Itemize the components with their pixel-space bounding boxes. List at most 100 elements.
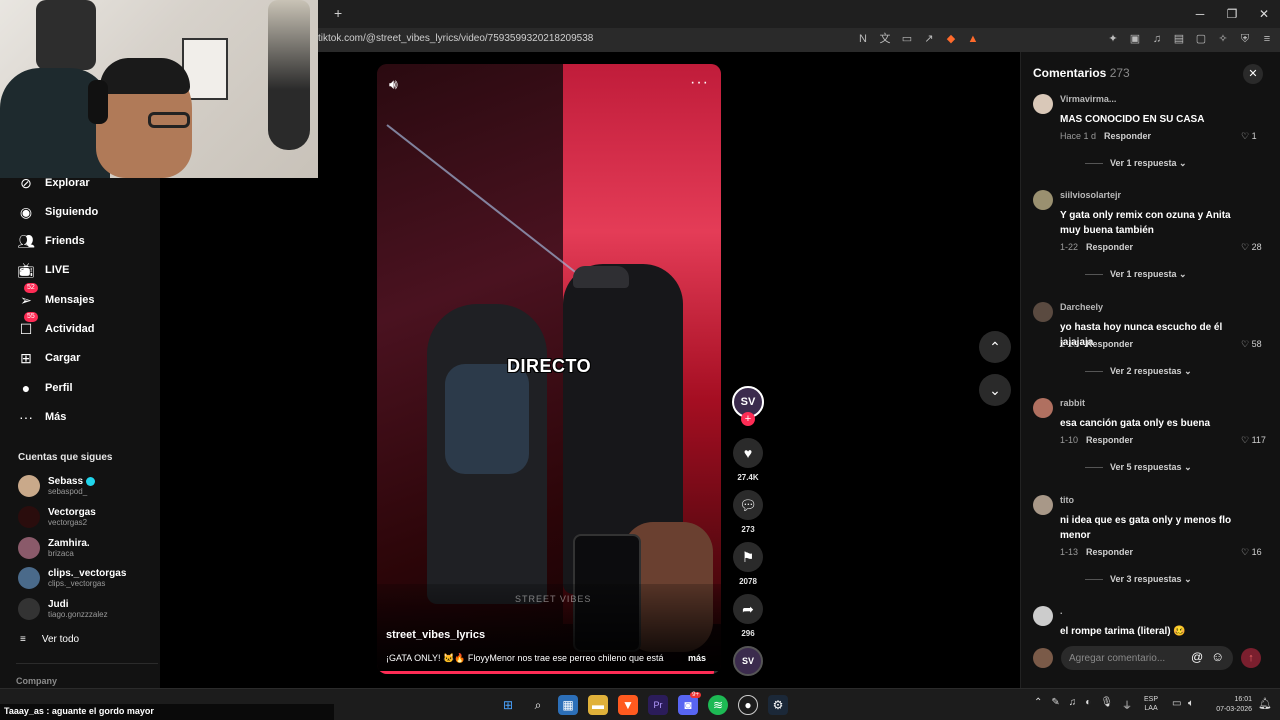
url-text[interactable]: tiktok.com/@street_vibes_lyrics/video/75… xyxy=(318,33,593,44)
chevron-up-icon[interactable]: ⌃ xyxy=(1034,697,1042,712)
like-button[interactable]: ♥ 27.4K xyxy=(732,438,764,482)
sidebar-item-live[interactable]: 📺︎ LIVE xyxy=(16,259,69,281)
comment-user[interactable]: rabbit xyxy=(1060,398,1085,408)
reply-button[interactable]: Responder xyxy=(1086,339,1133,349)
comment-user[interactable]: tito xyxy=(1060,495,1074,505)
minimize-button[interactable]: ─ xyxy=(1184,0,1216,28)
sidebar-item-mensajes[interactable]: ➢ 52 Mensajes xyxy=(16,283,95,311)
comment-user[interactable]: siilviosolartejr xyxy=(1060,190,1121,200)
following-account[interactable]: clips._vectorgas clips._vectorgas xyxy=(18,567,126,589)
following-account[interactable]: Zamhira. brizaca xyxy=(18,537,90,559)
language-indicator[interactable]: ESP LAA xyxy=(1144,695,1158,713)
following-account[interactable]: Sebass sebaspod_ xyxy=(18,475,96,497)
menu-icon[interactable]: ≡ xyxy=(1260,32,1274,46)
maximize-button[interactable]: ❐ xyxy=(1216,0,1248,28)
sidebar-item-cargar[interactable]: ⊞ Cargar xyxy=(16,347,80,369)
caption-more-button[interactable]: más xyxy=(681,653,706,663)
comment-like-button[interactable]: ♡ 117 xyxy=(1241,435,1266,446)
sidebar-item-friends[interactable]: 👥︎ Friends xyxy=(16,230,85,252)
headset-icon[interactable]: ♫ xyxy=(1069,697,1077,712)
sidebar-item-actividad[interactable]: ☐ 55 Actividad xyxy=(16,312,95,340)
comment-like-button[interactable]: ♡ 16 xyxy=(1241,547,1262,558)
extensions-icon[interactable]: ✦ xyxy=(1106,32,1120,46)
screenshot-icon[interactable]: ▣ xyxy=(1128,32,1142,46)
pen-icon[interactable]: ✎ xyxy=(1051,697,1059,712)
reader-mode-icon[interactable]: N xyxy=(856,32,870,46)
discord-icon[interactable]: ◙ 9+ xyxy=(678,692,701,715)
mention-icon[interactable]: @ xyxy=(1191,650,1203,664)
file-explorer-icon[interactable]: ▬ xyxy=(588,695,608,715)
comment-like-button[interactable]: ♡ 1 xyxy=(1241,131,1257,142)
next-video-button[interactable]: ⌄ xyxy=(979,374,1011,406)
share-page-icon[interactable]: ↗ xyxy=(922,32,936,46)
brave-browser-icon[interactable]: ▼ xyxy=(618,695,638,715)
avatar[interactable] xyxy=(1033,302,1053,322)
comment-button[interactable]: 💬︎ 273 xyxy=(732,490,764,534)
leo-ai-icon[interactable]: ✧ xyxy=(1216,32,1230,46)
reply-button[interactable]: Responder xyxy=(1086,242,1133,252)
sidebar-item-siguiendo[interactable]: ◉ Siguiendo xyxy=(16,201,98,223)
close-icon[interactable]: ✕ xyxy=(1243,64,1263,84)
wallet-icon[interactable]: ▢ xyxy=(1194,32,1208,46)
reply-button[interactable]: Responder xyxy=(1104,131,1151,141)
comment-like-button[interactable]: ♡ 28 xyxy=(1241,242,1262,253)
avatar[interactable] xyxy=(1033,398,1053,418)
view-replies-button[interactable]: Ver 2 respuestas ⌄ xyxy=(1085,366,1192,377)
view-replies-button[interactable]: Ver 1 respuesta ⌄ xyxy=(1085,269,1187,280)
reply-button[interactable]: Responder xyxy=(1086,547,1133,557)
obs-icon[interactable]: ● xyxy=(738,695,758,715)
volume-tray-icon[interactable]: 🔈︎ xyxy=(1188,698,1194,709)
share-button[interactable]: ➦ 296 xyxy=(732,594,764,638)
steam-tray-icon[interactable]: ◐ xyxy=(1085,697,1091,712)
premiere-icon[interactable]: Pr xyxy=(648,695,668,715)
avatar[interactable] xyxy=(1033,94,1053,114)
new-tab-button[interactable]: + xyxy=(334,5,342,21)
follow-plus-icon[interactable]: + xyxy=(741,412,755,426)
vpn-icon[interactable]: ⛨ xyxy=(1238,32,1252,46)
comment-input[interactable] xyxy=(1061,646,1233,670)
view-replies-button[interactable]: Ver 3 respuestas ⌄ xyxy=(1085,574,1192,585)
video-player[interactable]: DIRECTO STREET VIBES 🔊︎ ··· street_vibes… xyxy=(377,64,721,674)
music-disc[interactable]: SV xyxy=(733,646,763,676)
volume-icon[interactable]: 🔊︎ xyxy=(389,76,409,96)
brave-shields-icon[interactable]: ◆ xyxy=(944,32,958,46)
windows-start-icon[interactable]: ⊞ xyxy=(498,695,518,715)
reply-button[interactable]: Responder xyxy=(1086,435,1133,445)
cast-icon[interactable]: ▭ xyxy=(900,32,914,46)
usb-icon[interactable]: ⏚ xyxy=(1122,697,1132,712)
spotify-icon[interactable]: ≋ xyxy=(708,695,728,715)
gallery-icon[interactable]: ▦ xyxy=(558,695,578,715)
avatar[interactable] xyxy=(1033,190,1053,210)
previous-video-button[interactable]: ⌃ xyxy=(979,331,1011,363)
video-author[interactable]: street_vibes_lyrics xyxy=(386,629,485,641)
more-options-icon[interactable]: ··· xyxy=(690,74,709,92)
video-progress-bar[interactable] xyxy=(377,671,721,674)
brave-rewards-icon[interactable]: ▲ xyxy=(966,32,980,46)
search-icon[interactable]: ⌕ xyxy=(528,695,548,715)
avatar[interactable] xyxy=(1033,495,1053,515)
avatar[interactable] xyxy=(1033,606,1053,626)
see-all-button[interactable]: ≡ Ver todo xyxy=(20,634,79,645)
comment-like-button[interactable]: ♡ 58 xyxy=(1241,339,1262,350)
following-account[interactable]: Judi tiago.gonzzzalez xyxy=(18,598,108,620)
media-icon[interactable]: ♫ xyxy=(1150,32,1164,46)
emoji-icon[interactable]: ☺ xyxy=(1211,649,1224,664)
comment-user[interactable]: Darcheely xyxy=(1060,302,1103,312)
close-window-button[interactable]: ✕ xyxy=(1248,0,1280,28)
save-button[interactable]: ⚑ 2078 xyxy=(732,542,764,586)
comment-user[interactable]: . xyxy=(1060,606,1063,616)
translate-icon[interactable]: 文 xyxy=(878,32,892,46)
steam-icon[interactable]: ⚙ xyxy=(768,695,788,715)
view-replies-button[interactable]: Ver 1 respuesta ⌄ xyxy=(1085,158,1187,169)
send-icon[interactable]: ↑ xyxy=(1241,648,1261,668)
mic-icon[interactable]: 🎙︎ xyxy=(1100,697,1113,712)
clock[interactable]: 16:01 07-03-2026 xyxy=(1208,695,1252,715)
notifications-icon[interactable]: 🔔︎ xyxy=(1258,697,1272,710)
company-link[interactable]: Company xyxy=(16,676,57,686)
sidebar-item-perfil[interactable]: ● Perfil xyxy=(16,377,73,399)
view-replies-button[interactable]: Ver 5 respuestas ⌄ xyxy=(1085,462,1192,473)
following-account[interactable]: Vectorgas vectorgas2 xyxy=(18,506,96,528)
comment-user[interactable]: Virmavirma... xyxy=(1060,94,1116,104)
sidebar-toggle-icon[interactable]: ▤ xyxy=(1172,32,1186,46)
sidebar-item-mas[interactable]: ··· Más xyxy=(16,406,66,428)
